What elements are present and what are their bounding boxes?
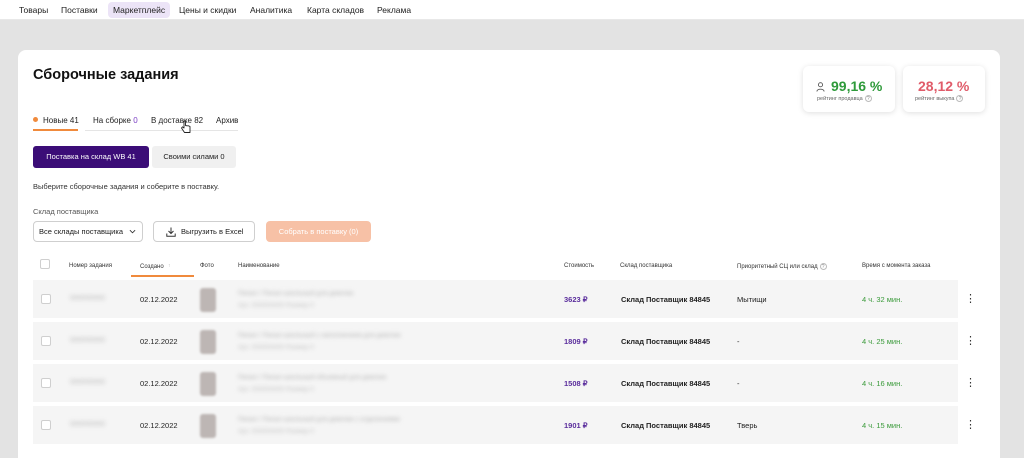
product-name: Пенал / Пенал школьный для девочки Арт. 0… xyxy=(238,290,354,309)
seller-rating-label: рейтинг продавца xyxy=(817,95,863,102)
row-checkbox[interactable] xyxy=(41,294,51,304)
product-name: Пенал / Пенал школьный объемный для дево… xyxy=(238,374,387,393)
price: 3623 ₽ xyxy=(564,295,588,304)
active-dot-icon xyxy=(33,117,38,123)
warehouse-filter-label: Склад поставщика xyxy=(33,207,99,216)
order-number: 000000000 xyxy=(70,421,106,428)
user-icon xyxy=(816,82,825,92)
elapsed-time: 4 ч. 16 мин. xyxy=(862,379,903,388)
tab-assembling[interactable]: На сборке 0 xyxy=(93,115,138,127)
priority-warehouse: Мытищи xyxy=(737,295,767,304)
more-vertical-icon[interactable]: ⋮ xyxy=(958,322,983,360)
segment-own-delivery[interactable]: Своими силами 0 xyxy=(152,146,236,168)
row-checkbox[interactable] xyxy=(41,378,51,388)
supplier-warehouse: Склад Поставщик 84845 xyxy=(621,379,711,388)
download-icon xyxy=(166,227,176,237)
priority-warehouse: - xyxy=(737,337,740,346)
created-date: 02.12.2022 xyxy=(140,421,178,430)
column-header-created[interactable]: Создано ↑ xyxy=(140,263,173,270)
created-date: 02.12.2022 xyxy=(140,295,178,304)
help-icon[interactable]: ? xyxy=(864,95,872,102)
priority-warehouse: Тверь xyxy=(737,421,758,430)
column-header-price[interactable]: Стоимость xyxy=(564,263,594,269)
table-row[interactable]: 000000000 02.12.2022 Пенал / Пенал школь… xyxy=(33,406,983,444)
tab-active-underline xyxy=(33,129,78,131)
product-photo[interactable] xyxy=(200,330,216,354)
order-number: 000000000 xyxy=(70,337,106,344)
more-vertical-icon[interactable]: ⋮ xyxy=(958,406,983,444)
price: 1508 ₽ xyxy=(564,379,588,388)
tab-new[interactable]: Новые 41 xyxy=(33,115,79,127)
column-header-elapsed: Время с момента заказа xyxy=(862,263,931,269)
nav-item-supplies[interactable]: Поставки xyxy=(56,2,103,18)
warehouse-select[interactable]: Все склады поставщика xyxy=(33,221,143,242)
product-name: Пенал / Пенал школьный с наполнением для… xyxy=(238,332,401,351)
row-checkbox[interactable] xyxy=(41,420,51,430)
price: 1809 ₽ xyxy=(564,337,588,346)
seller-rating-value: 99,16 % xyxy=(831,78,883,94)
top-nav: Товары Поставки Маркетплейс Цены и скидк… xyxy=(0,0,1024,20)
instruction-text: Выберите сборочные задания и соберите в … xyxy=(33,182,220,191)
table-row[interactable]: 000000000 02.12.2022 Пенал / Пенал школь… xyxy=(33,280,983,318)
product-photo[interactable] xyxy=(200,288,216,312)
column-header-name: Наименование xyxy=(238,263,280,269)
help-icon[interactable]: ? xyxy=(956,95,964,102)
chevron-down-icon xyxy=(129,229,136,234)
supplier-warehouse: Склад Поставщик 84845 xyxy=(621,337,711,346)
buyout-rating-label: рейтинг выкупа xyxy=(915,95,955,102)
supplier-warehouse: Склад Поставщик 84845 xyxy=(621,295,711,304)
sort-icon: ↑ xyxy=(167,263,171,269)
tab-delivery[interactable]: В доставке 82 xyxy=(151,115,203,127)
product-photo[interactable] xyxy=(200,372,216,396)
help-icon[interactable]: ? xyxy=(819,263,827,270)
order-number: 000000000 xyxy=(70,379,106,386)
more-vertical-icon[interactable]: ⋮ xyxy=(958,280,983,318)
product-name: Пенал / Пенал школьный для девочки с отд… xyxy=(238,416,400,435)
column-header-warehouse: Склад поставщика xyxy=(620,263,673,269)
hand-cursor-icon xyxy=(181,120,191,133)
nav-item-warehouse-map[interactable]: Карта складов xyxy=(302,2,369,18)
column-header-order-no[interactable]: Номер задания xyxy=(69,263,112,269)
price: 1901 ₽ xyxy=(564,421,588,430)
nav-item-ads[interactable]: Реклама xyxy=(372,2,416,18)
sort-underline xyxy=(131,275,194,277)
collect-supply-button[interactable]: Собрать в поставку (0) xyxy=(266,221,371,242)
elapsed-time: 4 ч. 32 мин. xyxy=(862,295,903,304)
product-photo[interactable] xyxy=(200,414,216,438)
nav-item-marketplace[interactable]: Маркетплейс xyxy=(108,2,171,18)
page-title: Сборочные задания xyxy=(33,67,179,83)
more-vertical-icon[interactable]: ⋮ xyxy=(958,364,983,402)
elapsed-time: 4 ч. 25 мин. xyxy=(862,337,903,346)
table-row[interactable]: 000000000 02.12.2022 Пенал / Пенал школь… xyxy=(33,364,983,402)
column-header-photo: Фото xyxy=(200,263,214,269)
tab-archive[interactable]: Архив xyxy=(216,115,238,127)
created-date: 02.12.2022 xyxy=(140,337,178,346)
segment-wb-warehouse[interactable]: Поставка на склад WB 41 xyxy=(33,146,149,168)
buyout-rating-card: 28,12 % рейтинг выкупа? xyxy=(903,66,985,112)
tabs-divider xyxy=(85,130,238,131)
table-row[interactable]: 000000000 02.12.2022 Пенал / Пенал школь… xyxy=(33,322,983,360)
column-header-priority: Приоритетный СЦ или склад? xyxy=(737,263,827,270)
nav-item-goods[interactable]: Товары xyxy=(14,2,53,18)
nav-item-analytics[interactable]: Аналитика xyxy=(245,2,297,18)
row-checkbox[interactable] xyxy=(41,336,51,346)
seller-rating-card: 99,16 % рейтинг продавца? xyxy=(803,66,895,112)
buyout-rating-value: 28,12 % xyxy=(918,78,970,94)
priority-warehouse: - xyxy=(737,379,740,388)
export-excel-button[interactable]: Выгрузить в Excel xyxy=(153,221,255,242)
elapsed-time: 4 ч. 15 мин. xyxy=(862,421,903,430)
order-number: 000000000 xyxy=(70,295,106,302)
nav-item-prices[interactable]: Цены и скидки xyxy=(174,2,241,18)
supplier-warehouse: Склад Поставщик 84845 xyxy=(621,421,711,430)
select-all-checkbox[interactable] xyxy=(40,259,50,269)
created-date: 02.12.2022 xyxy=(140,379,178,388)
